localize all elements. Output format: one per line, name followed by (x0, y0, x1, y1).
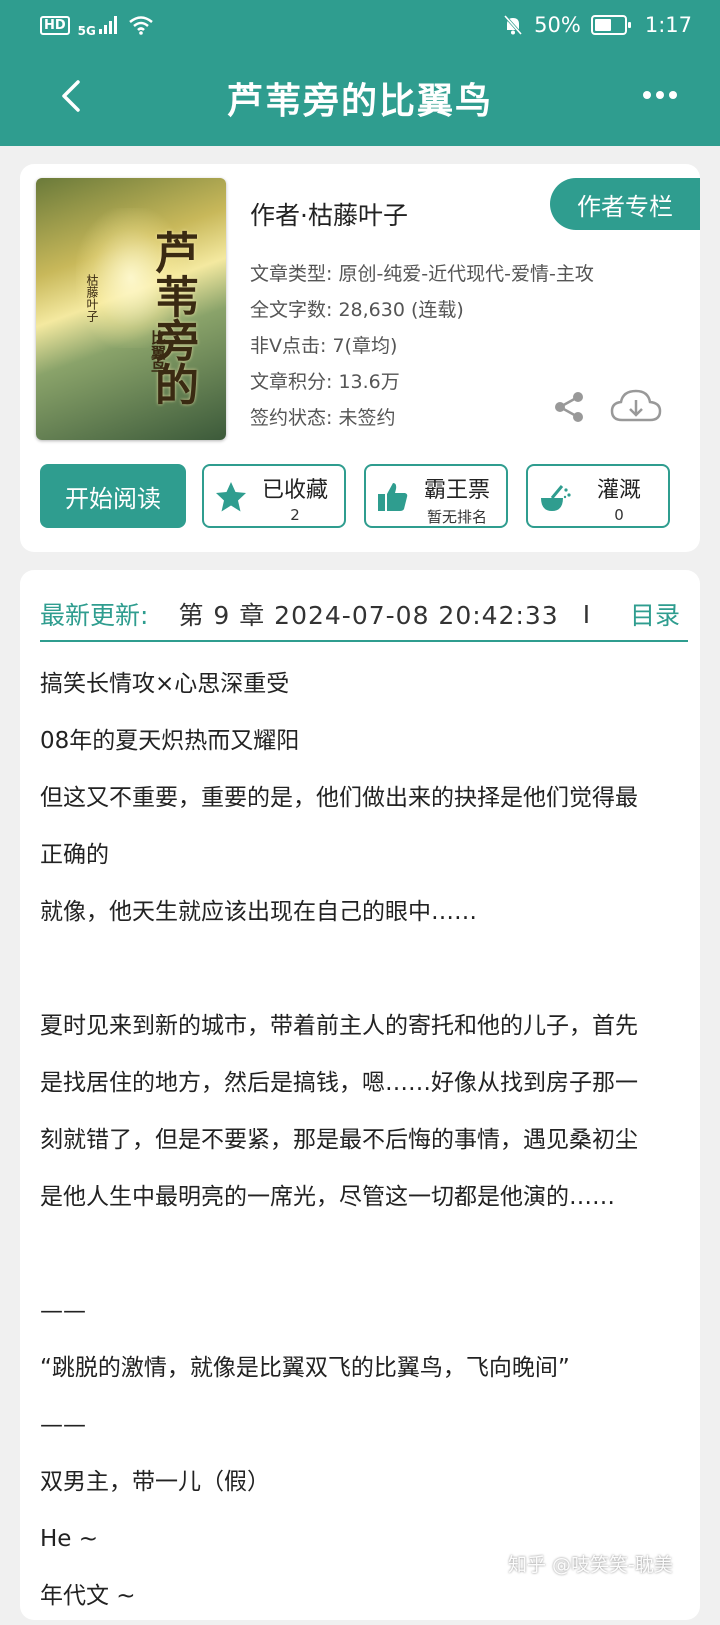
meta-score: 文章积分: 13.6万 (250, 371, 400, 393)
watering-bottle-icon (541, 485, 571, 511)
synopsis-line: 刻就错了，但是不要紧，那是最不后悔的事情，遇见桑初尘 (40, 1127, 638, 1153)
action-bar: 开始阅读 已收藏 2 霸王票 暂无排名 灌溉 0 (40, 464, 680, 530)
synopsis-line: —— (40, 1412, 86, 1438)
synopsis-line: 08年的夏天炽热而又耀阳 (40, 728, 300, 754)
author-column-button[interactable]: 作者专栏 (550, 178, 700, 230)
synopsis-card: 最新更新: 第 9 章 2024-07-08 20:42:33 I 目录 搞笑长… (20, 570, 700, 1620)
collect-button[interactable]: 已收藏 2 (202, 464, 346, 528)
nutrient-button[interactable]: 灌溉 0 (526, 464, 670, 528)
synopsis-line: 搞笑长情攻×心思深重受 (40, 671, 290, 697)
meta-clicks: 非V点击: 7(章均) (250, 335, 398, 357)
battery-fill (594, 19, 611, 31)
author-name[interactable]: 作者·枯藤叶子 (250, 196, 408, 232)
collect-label: 已收藏 (261, 478, 328, 503)
cloud-download-icon[interactable] (608, 386, 664, 426)
meta-word-count: 全文字数: 28,630 (连载) (250, 299, 464, 321)
ticket-rank: 暂无排名 (426, 508, 487, 526)
chevron-left-icon[interactable] (50, 74, 94, 118)
synopsis-line: 夏时见来到新的城市，带着前主人的寄托和他的儿子，首先 (40, 1013, 638, 1039)
divider (40, 640, 688, 642)
update-separator: I (582, 599, 591, 629)
page-title: 芦苇旁的比翼鸟 (226, 81, 493, 122)
status-bar: HD 5G 50% 1:17 (0, 0, 720, 50)
nav-bar: 芦苇旁的比翼鸟 (0, 60, 720, 136)
synopsis-line (40, 941, 680, 998)
latest-update-label: 最新更新: (40, 601, 149, 630)
clock: 1:17 (644, 13, 692, 37)
hd-icon: HD (40, 15, 70, 35)
start-reading-button[interactable]: 开始阅读 (40, 464, 186, 528)
thumbs-up-icon (378, 483, 408, 511)
latest-update-row[interactable]: 最新更新: 第 9 章 2024-07-08 20:42:33 I 目录 (40, 590, 680, 638)
book-cover[interactable]: 芦苇旁的 枯藤叶子 比翼鸟 (36, 178, 226, 440)
synopsis-line: “跳脱的激情，就像是比翼双飞的比翼鸟，飞向晚间” (40, 1355, 570, 1381)
watermark: 知乎 @吱笑笑-耽美 (508, 1554, 673, 1576)
book-info-card: 芦苇旁的 枯藤叶子 比翼鸟 作者专栏 作者·枯藤叶子 文章类型: 原创-纯爱-近… (20, 164, 700, 552)
synopsis-line: 但这又不重要，重要的是，他们做出来的抉择是他们觉得最 (40, 785, 638, 811)
wifi-icon (129, 16, 153, 35)
battery-percent: 50% (534, 13, 581, 37)
synopsis-text: 搞笑长情攻×心思深重受 08年的夏天炽热而又耀阳 但这又不重要，重要的是，他们做… (40, 656, 680, 1625)
synopsis-line: 就像，他天生就应该出现在自己的眼中…… (40, 899, 477, 925)
ticket-label: 霸王票 (423, 478, 490, 503)
latest-chapter-info[interactable]: 第 9 章 2024-07-08 20:42:33 (178, 596, 558, 632)
synopsis-line: 正确的 (40, 842, 109, 868)
synopsis-line: 是找居住的地方，然后是搞钱，嗯……好像从找到房子那一 (40, 1070, 638, 1096)
mute-bell-icon (504, 15, 523, 35)
meta-genre: 文章类型: 原创-纯爱-近代现代-爱情-主攻 (250, 263, 594, 285)
share-icon[interactable] (552, 390, 586, 424)
star-icon (216, 482, 246, 512)
synopsis-line: —— (40, 1298, 86, 1324)
cover-author: 枯藤叶子 (85, 274, 99, 322)
cover-title: 芦苇旁的 (147, 230, 198, 406)
signal-icon (98, 16, 117, 34)
nutrient-count: 0 (614, 506, 624, 524)
network-label: 5G (77, 24, 96, 38)
collect-count: 2 (290, 506, 300, 524)
table-of-contents-link[interactable]: 目录 (630, 596, 680, 632)
battery-icon (590, 15, 631, 35)
synopsis-line: 双男主，带一儿（假） (40, 1469, 270, 1495)
synopsis-line: 是他人生中最明亮的一席光，尽管这一切都是他演的…… (40, 1184, 615, 1210)
meta-contract: 签约状态: 未签约 (250, 407, 396, 429)
nutrient-label: 灌溉 (596, 478, 641, 503)
app-header: HD 5G 50% 1:17 芦苇旁的比翼鸟 (0, 0, 720, 146)
book-meta: 文章类型: 原创-纯爱-近代现代-爱情-主攻 全文字数: 28,630 (连载)… (250, 256, 594, 436)
more-dots-icon[interactable] (640, 80, 680, 110)
cover-subtitle: 比翼鸟 (149, 330, 167, 375)
ticket-button[interactable]: 霸王票 暂无排名 (364, 464, 508, 528)
synopsis-line (40, 1226, 680, 1283)
